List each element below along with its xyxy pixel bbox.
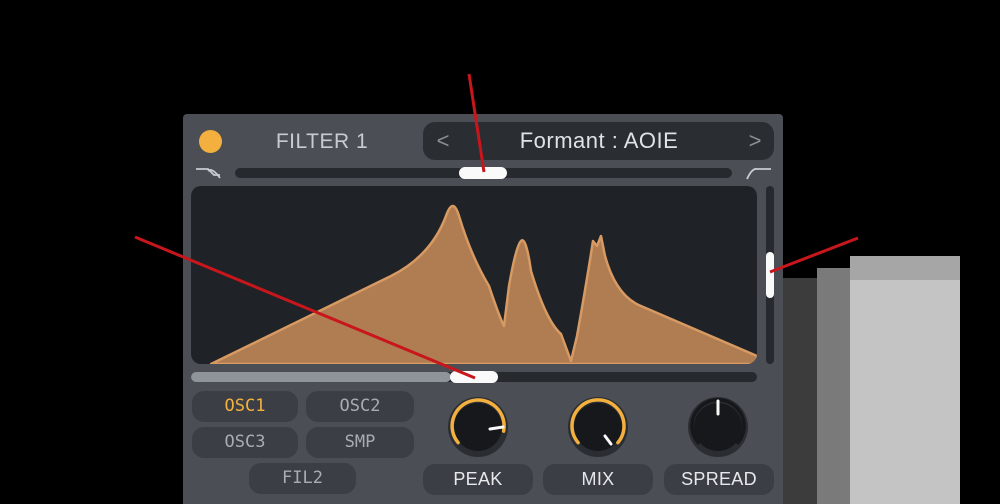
formant-curve <box>209 204 757 364</box>
route-fil2-button[interactable]: FIL2 <box>249 463 356 494</box>
previous-preset-button[interactable]: < <box>430 126 456 156</box>
background-block <box>850 280 960 504</box>
annotation-line <box>769 236 859 274</box>
peak-knob[interactable] <box>446 395 510 459</box>
mix-label: MIX <box>543 464 653 495</box>
preset-name[interactable]: Formant : AOIE <box>470 124 728 158</box>
spread-label: SPREAD <box>664 464 774 495</box>
spread-knob[interactable] <box>686 395 750 459</box>
power-toggle-button[interactable] <box>199 130 222 153</box>
formant-curve-fill <box>209 204 757 364</box>
vertical-scroll-handle[interactable] <box>766 252 774 298</box>
highpass-curve-icon <box>744 164 774 182</box>
next-preset-button[interactable]: > <box>742 126 768 156</box>
horizontal-slider-fill <box>191 372 451 382</box>
filter-response-display <box>191 186 757 364</box>
filter-title: FILTER 1 <box>275 130 369 153</box>
route-osc3-button[interactable]: OSC3 <box>192 427 298 458</box>
route-smp-button[interactable]: SMP <box>306 427 414 458</box>
horizontal-slider-handle[interactable] <box>450 371 498 383</box>
route-osc1-button[interactable]: OSC1 <box>192 391 298 422</box>
mix-knob[interactable] <box>566 395 630 459</box>
route-osc2-button[interactable]: OSC2 <box>306 391 414 422</box>
cutoff-slider-handle[interactable] <box>459 167 507 179</box>
lowpass-curve-icon <box>194 164 224 182</box>
peak-label: PEAK <box>423 464 533 495</box>
